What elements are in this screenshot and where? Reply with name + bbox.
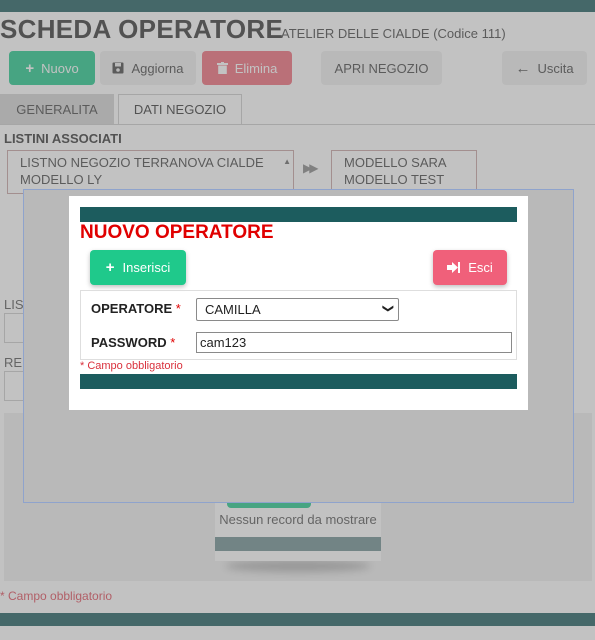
- operator-label-text: OPERATORE: [91, 301, 173, 316]
- new-operator-dialog: NUOVO OPERATORE + Inserisci Esci OPERATO…: [69, 196, 528, 410]
- dialog-exit-button[interactable]: Esci: [433, 250, 507, 285]
- dialog-exit-button-label: Esci: [468, 260, 493, 275]
- operator-select[interactable]: CAMILLA ❯: [196, 298, 399, 321]
- password-input[interactable]: cam123: [196, 332, 512, 353]
- password-label: PASSWORD *: [91, 335, 175, 350]
- dialog-bottom-band: [80, 374, 517, 389]
- required-star: *: [170, 335, 176, 350]
- insert-button[interactable]: + Inserisci: [90, 250, 186, 285]
- operator-label: OPERATORE *: [91, 301, 181, 316]
- insert-button-label: Inserisci: [122, 260, 171, 275]
- plus-icon: +: [105, 259, 115, 276]
- chevron-down-icon: ❯: [381, 303, 394, 314]
- password-label-text: PASSWORD: [91, 335, 167, 350]
- sign-out-icon: [447, 262, 461, 273]
- dialog-top-band: [80, 207, 517, 222]
- operator-select-value: CAMILLA: [205, 302, 261, 317]
- operator-form: OPERATORE * CAMILLA ❯ PASSWORD * cam123: [80, 290, 517, 360]
- required-star: *: [175, 301, 181, 316]
- dialog-title: NUOVO OPERATORE: [80, 222, 274, 243]
- dialog-required-note: * Campo obbligatorio: [80, 360, 183, 372]
